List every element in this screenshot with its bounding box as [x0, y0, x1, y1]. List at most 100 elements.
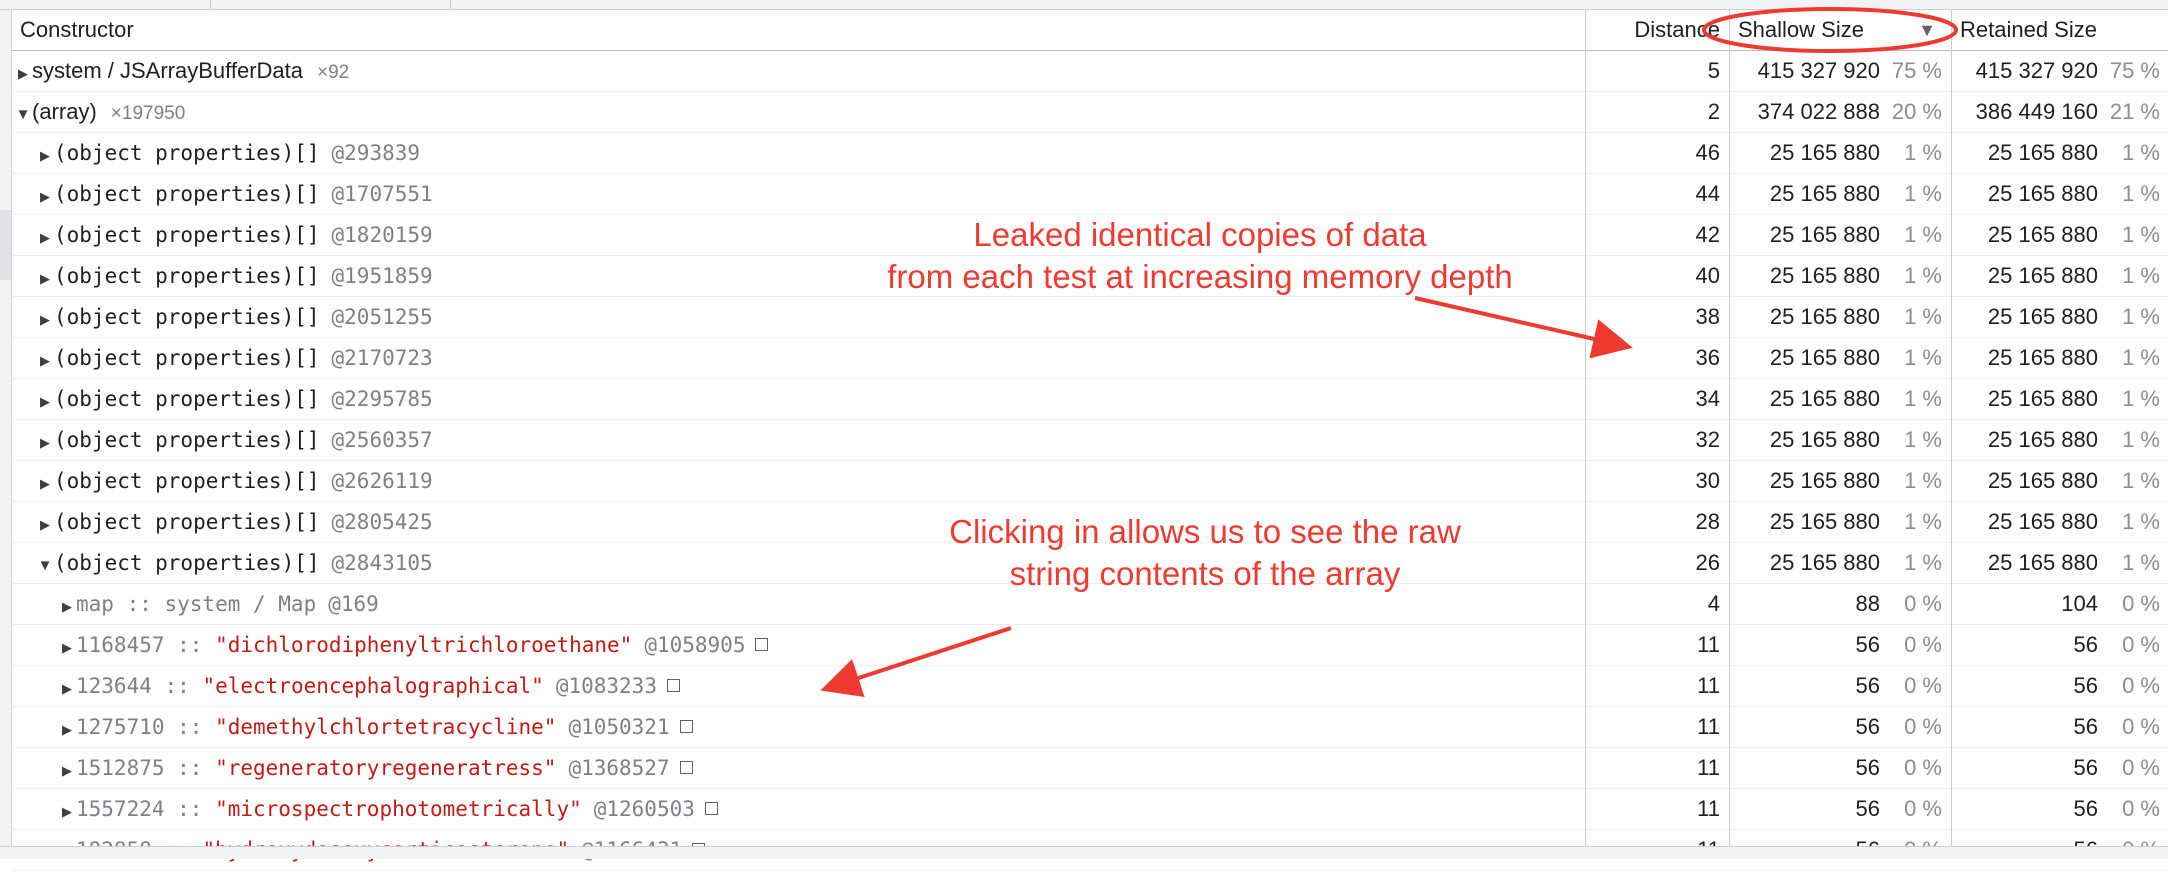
column-header-constructor[interactable]: Constructor	[12, 10, 1584, 50]
size-value: 25 165 880	[1769, 304, 1880, 329]
table-row[interactable]: ▶ (object properties)[] @2295785 34 25 165 8…	[12, 379, 2168, 420]
column-header-shallow-size[interactable]: Shallow Size ▼	[1730, 10, 1950, 50]
expand-triangle-icon[interactable]: ▶	[58, 669, 76, 709]
size-percent: 0 %	[1904, 755, 1942, 780]
table-header: Constructor Distance Shallow Size ▼ Reta…	[12, 10, 2168, 51]
column-divider[interactable]	[1951, 10, 1952, 846]
tab-fragment[interactable]	[0, 0, 211, 9]
expand-triangle-icon[interactable]: ▶	[58, 628, 76, 668]
distance-cell: 44	[1695, 181, 1720, 206]
table-row[interactable]: ▶ 123644 :: "electroencephalographical" @1…	[12, 666, 2168, 707]
collapse-triangle-icon[interactable]: ▼	[14, 95, 32, 135]
expand-triangle-icon[interactable]: ▶	[58, 710, 76, 750]
size-value: 25 165 880	[1769, 386, 1880, 411]
size-value: 56	[2073, 632, 2098, 657]
distance-cell: 34	[1695, 386, 1720, 411]
constructor-name: (object properties)[]	[54, 387, 320, 411]
constructor-name: (object properties)[]	[54, 264, 320, 288]
reveal-square-icon[interactable]	[666, 678, 680, 692]
size-value: 104	[2061, 591, 2098, 616]
object-id: @2560357	[331, 428, 433, 452]
distance-cell: 28	[1695, 509, 1720, 534]
expand-triangle-icon[interactable]: ▶	[58, 587, 76, 627]
column-divider[interactable]	[1729, 10, 1730, 846]
retained-size-cell: 25 165 880 1 %	[1952, 338, 2168, 378]
shallow-size-cell: 56 0 %	[1730, 707, 1950, 747]
size-value: 56	[2073, 796, 2098, 821]
column-header-label: Retained Size	[1960, 17, 2097, 42]
size-percent: 1 %	[2122, 468, 2160, 493]
annotation-clicking-in: Clicking in allows us to see the raw str…	[880, 511, 1530, 595]
size-value: 25 165 880	[1987, 263, 2098, 288]
size-percent: 1 %	[2122, 222, 2160, 247]
property-key: 1557224 ::	[76, 797, 216, 821]
expand-triangle-icon[interactable]: ▶	[58, 792, 76, 832]
reveal-square-icon[interactable]	[755, 637, 769, 651]
table-row[interactable]: ▼(array) ×197950 2 374 022 888 20 % 386 449 1…	[12, 92, 2168, 133]
shallow-size-cell: 25 165 880 1 %	[1730, 133, 1950, 173]
size-percent: 1 %	[2122, 427, 2160, 452]
object-id: @1707551	[331, 182, 433, 206]
shallow-size-cell: 25 165 880 1 %	[1730, 461, 1950, 501]
expand-triangle-icon[interactable]: ▶	[36, 505, 54, 545]
size-value: 25 165 880	[1769, 468, 1880, 493]
size-percent: 1 %	[1904, 263, 1942, 288]
retained-size-cell: 25 165 880 1 %	[1952, 502, 2168, 542]
table-row[interactable]: ▶ (object properties)[] @1707551 44 25 165 8…	[12, 174, 2168, 215]
size-value: 25 165 880	[1987, 509, 2098, 534]
reveal-square-icon[interactable]	[704, 801, 718, 815]
table-row[interactable]: ▶ (object properties)[] @2626119 30 25 165 8…	[12, 461, 2168, 502]
expand-triangle-icon[interactable]: ▶	[36, 177, 54, 217]
expand-triangle-icon[interactable]: ▶	[36, 382, 54, 422]
object-id: @1058905	[644, 633, 746, 657]
shallow-size-cell: 415 327 920 75 %	[1730, 51, 1950, 91]
table-row[interactable]: ▶ (object properties)[] @2560357 32 25 165 8…	[12, 420, 2168, 461]
expand-triangle-icon[interactable]: ▶	[36, 300, 54, 340]
size-value: 25 165 880	[1987, 427, 2098, 452]
expand-triangle-icon[interactable]: ▶	[14, 54, 32, 94]
table-row[interactable]: ▶ (object properties)[] @2170723 36 25 165 8…	[12, 338, 2168, 379]
collapse-triangle-icon[interactable]: ▼	[36, 546, 54, 586]
size-percent: 75 %	[2109, 58, 2160, 83]
table-row[interactable]: ▶ system / JSArrayBufferData ×92 5 415 327 9…	[12, 51, 2168, 92]
table-row[interactable]: ▶ (object properties)[] @2051255 38 25 165 8…	[12, 297, 2168, 338]
expand-triangle-icon[interactable]: ▶	[36, 136, 54, 176]
column-header-distance[interactable]: Distance	[1586, 10, 1728, 50]
expand-triangle-icon[interactable]: ▶	[36, 341, 54, 381]
property-key: 1275710 ::	[76, 715, 216, 739]
expand-triangle-icon[interactable]: ▶	[36, 423, 54, 463]
string-value: "regeneratoryregeneratress"	[215, 756, 557, 780]
reveal-square-icon[interactable]	[679, 760, 693, 774]
table-body: ▶ system / JSArrayBufferData ×92 5 415 327 9…	[12, 51, 2168, 871]
table-row[interactable]: ▶ 1168457 :: "dichlorodiphenyltrichloroet…	[12, 625, 2168, 666]
reveal-square-icon[interactable]	[679, 719, 693, 733]
table-row[interactable]: ▶ 1557224 :: "microspectrophotometrically…	[12, 789, 2168, 830]
size-value: 25 165 880	[1987, 181, 2098, 206]
expand-triangle-icon[interactable]: ▶	[36, 218, 54, 258]
size-value: 56	[2073, 673, 2098, 698]
size-value: 56	[1855, 714, 1880, 739]
expand-triangle-icon[interactable]: ▶	[58, 751, 76, 791]
tab-fragment[interactable]	[210, 0, 451, 9]
table-row[interactable]: ▶ 1275710 :: "demethylchlortetracycline" @…	[12, 707, 2168, 748]
size-value: 415 327 920	[1757, 58, 1880, 83]
constructor-name: (object properties)[]	[54, 510, 320, 534]
column-header-retained-size[interactable]: Retained Size	[1952, 10, 2168, 50]
table-row[interactable]: ▶ (object properties)[] @293839 46 25 165 88…	[12, 133, 2168, 174]
table-row[interactable]: ▶ 1512875 :: "regeneratoryregeneratress" @…	[12, 748, 2168, 789]
size-value: 56	[1855, 796, 1880, 821]
retained-size-cell: 25 165 880 1 %	[1952, 297, 2168, 337]
expand-triangle-icon[interactable]: ▶	[36, 259, 54, 299]
size-value: 25 165 880	[1769, 550, 1880, 575]
bottom-strip	[0, 846, 2168, 859]
shallow-size-cell: 25 165 880 1 %	[1730, 379, 1950, 419]
expand-triangle-icon[interactable]: ▶	[36, 464, 54, 504]
shallow-size-cell: 56 0 %	[1730, 625, 1950, 665]
size-percent: 1 %	[1904, 509, 1942, 534]
distance-cell: 11	[1697, 632, 1720, 657]
size-percent: 1 %	[2122, 509, 2160, 534]
size-value: 25 165 880	[1769, 427, 1880, 452]
column-divider[interactable]	[1585, 10, 1586, 846]
constructor-cell: ▶ 1275710 :: "demethylchlortetracycline" @…	[12, 707, 1584, 747]
constructor-cell: ▶ (object properties)[] @1707551	[12, 174, 1584, 214]
